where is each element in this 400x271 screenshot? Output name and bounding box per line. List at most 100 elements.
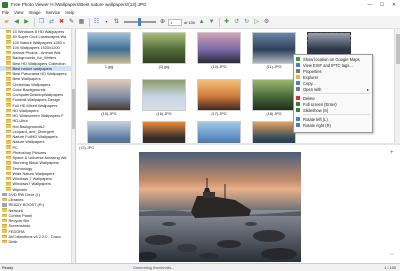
drive-icon bbox=[2, 203, 7, 207]
thumbnail-scrollbar[interactable] bbox=[394, 29, 400, 143]
up-arrow-icon[interactable]: ▲ bbox=[197, 18, 206, 27]
tree-item[interactable]: Desk bbox=[0, 239, 75, 244]
menu-separator bbox=[303, 93, 370, 94]
slider-knob[interactable] bbox=[138, 18, 141, 26]
thumbnail-filename: (17).JPG bbox=[211, 112, 227, 116]
delete-icon[interactable]: ✖ bbox=[57, 18, 66, 27]
chevron-down-icon[interactable]: ▾ bbox=[102, 18, 111, 27]
folder-icon bbox=[2, 208, 7, 212]
scrollbar-thumb[interactable] bbox=[396, 34, 400, 64]
thumbnail-item[interactable]: (11).JPG bbox=[252, 32, 296, 69]
thumbnail-image[interactable] bbox=[252, 79, 296, 111]
menu-image[interactable]: Image bbox=[29, 10, 41, 15]
thumbnail-image[interactable] bbox=[252, 121, 296, 143]
back-icon[interactable]: ◀ bbox=[12, 18, 21, 27]
thumbnail-item[interactable]: 1.jpg bbox=[87, 32, 131, 69]
thumbnail-filename: (1).jpg bbox=[158, 65, 170, 69]
status-left: Ready bbox=[2, 265, 13, 270]
status-bar: Ready Generating thumbnails... 1 / 100 bbox=[0, 263, 400, 271]
menu-help[interactable]: Help bbox=[65, 10, 74, 15]
forward-icon[interactable]: ▶ bbox=[22, 18, 31, 27]
maximize-button[interactable]: ☐ bbox=[376, 0, 388, 9]
select-icon[interactable]: ▦ bbox=[77, 18, 86, 27]
thumbnail-item[interactable]: (17).JPG bbox=[197, 79, 241, 116]
page-total: of 100 bbox=[184, 19, 196, 25]
thumbnail-image[interactable] bbox=[87, 32, 131, 64]
thumbnail-image[interactable] bbox=[142, 79, 186, 111]
delete-icon bbox=[296, 96, 300, 100]
window-controls: — ☐ ✕ bbox=[364, 0, 400, 9]
rotate-right-icon[interactable]: ↻ bbox=[242, 18, 251, 27]
zoom-in-icon[interactable]: + bbox=[390, 150, 394, 156]
context-menu-item[interactable]: Slideshow (S) bbox=[294, 107, 372, 113]
folder-icon bbox=[6, 87, 11, 92]
folder-tree[interactable]: 15 Windows 8 HD Wallpapers 40 Super Cool … bbox=[0, 29, 76, 263]
gear-icon[interactable]: ⚙ bbox=[262, 18, 271, 27]
folder-icon bbox=[6, 155, 11, 160]
rotate-left-icon[interactable]: ↺ bbox=[232, 18, 241, 27]
thumbnail-filename: (16).JPG bbox=[156, 112, 172, 116]
thumbnail-image[interactable] bbox=[197, 121, 241, 143]
thumbnail-filename: (10).JPG bbox=[211, 65, 227, 69]
slideshow-icon[interactable]: ▷ bbox=[252, 18, 261, 27]
menu-service[interactable]: Service bbox=[46, 10, 61, 15]
folder-icon bbox=[2, 197, 7, 202]
folder-icon bbox=[6, 187, 11, 191]
open-with-icon bbox=[296, 87, 300, 91]
zoom-out-icon[interactable]: − bbox=[390, 252, 394, 258]
tree-scrollbar[interactable] bbox=[71, 29, 75, 263]
context-menu-item[interactable]: Rotate right (R) bbox=[294, 122, 372, 128]
folder-icon bbox=[6, 166, 11, 170]
zoom-icon[interactable]: ⊕ bbox=[158, 18, 167, 27]
context-menu-label: Delete bbox=[303, 95, 315, 101]
thumbnail-image[interactable] bbox=[142, 121, 186, 143]
thumbnail-item[interactable]: (15).JPG bbox=[87, 79, 131, 116]
thumbnail-image[interactable] bbox=[87, 79, 131, 111]
down-arrow-icon[interactable]: ▼ bbox=[207, 18, 216, 27]
folder-icon bbox=[6, 50, 11, 55]
thumbnail-item[interactable]: (10).JPG bbox=[197, 32, 241, 69]
context-menu-label: Slideshow (S) bbox=[303, 107, 329, 113]
thumbnail-image[interactable] bbox=[142, 32, 186, 64]
toolbar-divider bbox=[34, 17, 35, 27]
folder-icon bbox=[6, 145, 11, 149]
copy-icon[interactable]: ❐ bbox=[37, 18, 46, 27]
thumbnail-image[interactable] bbox=[197, 32, 241, 64]
submenu-arrow-icon: ▸ bbox=[366, 86, 369, 92]
open-folder-icon[interactable]: ▰ bbox=[2, 18, 11, 27]
thumbnail-size-slider[interactable] bbox=[124, 18, 156, 26]
menu-separator bbox=[303, 114, 370, 115]
scrollbar-thumb[interactable] bbox=[72, 89, 75, 129]
page-input[interactable]: 1 bbox=[168, 18, 182, 26]
thumbnail-image[interactable] bbox=[252, 32, 296, 64]
thumbnail-item[interactable]: (21).JPG bbox=[142, 121, 186, 143]
menu-view[interactable]: View bbox=[14, 10, 23, 15]
context-menu-label: Open with bbox=[303, 86, 322, 92]
minimize-button[interactable]: — bbox=[364, 0, 376, 9]
context-menu-label: View EXIF and IPTC tags... bbox=[303, 62, 353, 68]
close-button[interactable]: ✕ bbox=[388, 0, 400, 9]
fullscreen-icon bbox=[296, 102, 300, 106]
thumbnail-filename: (18).JPG bbox=[266, 112, 282, 116]
folder-icon bbox=[6, 134, 11, 139]
thumbnail-image[interactable] bbox=[87, 121, 131, 143]
menu-file[interactable]: File bbox=[2, 10, 9, 15]
thumbnail-item[interactable]: (20).JPG bbox=[87, 121, 131, 143]
thumbnail-item[interactable]: (18).JPG bbox=[252, 79, 296, 116]
thumbnail-item[interactable]: (1).jpg bbox=[142, 32, 186, 69]
status-progress-text: Generating thumbnails... bbox=[133, 265, 175, 270]
thumbnail-item[interactable]: (22).JPG bbox=[197, 121, 241, 143]
drive-icon bbox=[2, 192, 7, 197]
folder-icon bbox=[6, 103, 11, 107]
thumbnail-item[interactable]: (23).JPG bbox=[252, 121, 296, 143]
window-title: Free Photo Viewer H:\Wallpapers\Best nat… bbox=[11, 2, 147, 7]
rename-icon[interactable]: ✎ bbox=[67, 18, 76, 27]
context-menu-item[interactable]: Open with ▸ bbox=[294, 86, 372, 92]
sort-icon[interactable]: ⇅ bbox=[112, 18, 121, 27]
thumbnail-item[interactable]: (16).JPG bbox=[142, 79, 186, 116]
map-pin-icon[interactable]: ✚ bbox=[222, 18, 231, 27]
move-icon[interactable]: ⇄ bbox=[47, 18, 56, 27]
folder-icon bbox=[6, 98, 11, 102]
thumbnail-image[interactable] bbox=[197, 79, 241, 111]
view-mode-icon[interactable]: ☷ bbox=[92, 18, 101, 27]
